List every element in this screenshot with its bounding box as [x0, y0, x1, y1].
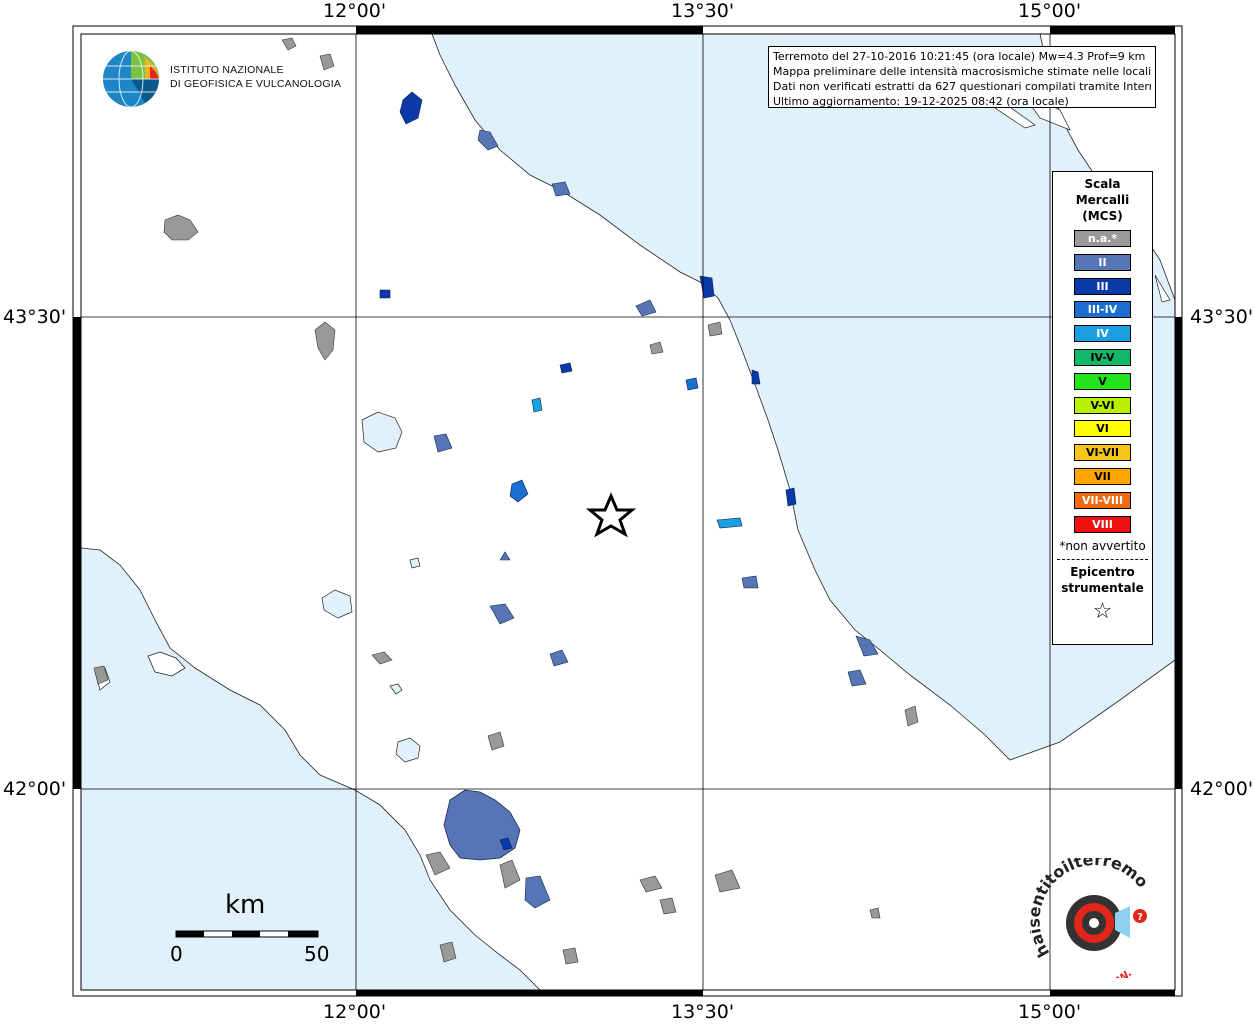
- scale-bar: km 0 50: [170, 890, 340, 970]
- lon-label-top: 13°30': [671, 0, 735, 22]
- legend-swatch: VI-VII: [1074, 444, 1131, 462]
- legend-title: Scala Mercalli (MCS): [1053, 176, 1152, 224]
- lon-label-bottom: 12°00': [323, 1001, 387, 1023]
- lon-label-bottom: 13°30': [671, 1001, 735, 1023]
- legend-epicenter-line: Epicentro: [1070, 565, 1135, 580]
- legend-swatch: II: [1074, 253, 1131, 271]
- lat-label-right: 42°00': [1190, 778, 1254, 800]
- intensity-legend: Scala Mercalli (MCS) n.a.* II III III-IV IV I…: [1052, 171, 1153, 645]
- legend-items: n.a.* II III III-IV IV IV-V V V-VI VI VI-VII VII VI…: [1053, 230, 1152, 533]
- scale-unit: km: [225, 890, 266, 920]
- legend-title-line: Scala: [1084, 177, 1121, 191]
- legend-note: *non avvertito: [1059, 539, 1146, 554]
- legend-title-line: Mercalli: [1075, 193, 1130, 207]
- legend-swatch: VI: [1074, 420, 1131, 438]
- scale-max-label: 50: [304, 942, 330, 966]
- event-info-line: Dati non verificati estratti da 627 ques…: [773, 80, 1151, 93]
- legend-swatch: VII: [1074, 467, 1131, 485]
- event-info-box: Terremoto del 27-10-2016 10:21:45 (ora l…: [768, 46, 1156, 108]
- institute-name-line2: DI GEOFISICA E VULCANOLOGIA: [170, 78, 342, 90]
- lon-label-bottom: 15°00': [1018, 1001, 1082, 1023]
- lat-label-left: 43°30': [3, 306, 67, 328]
- legend-swatch: VIII: [1074, 515, 1131, 533]
- legend-swatch: III-IV: [1074, 301, 1131, 319]
- hsi-logo: haisentitoilterremoto.it WWW. ?: [1030, 858, 1152, 978]
- legend-star-icon: ☆: [1092, 599, 1113, 625]
- svg-text:?: ?: [1137, 912, 1143, 923]
- legend-swatch: VII-VIII: [1074, 491, 1131, 509]
- institute-name: ISTITUTO NAZIONALE DI GEOFISICA E VULCAN…: [170, 63, 341, 91]
- legend-epicenter-line: strumentale: [1061, 581, 1144, 596]
- legend-swatch: III: [1074, 277, 1131, 295]
- scale-min-label: 0: [170, 942, 183, 966]
- legend-swatch: IV: [1074, 325, 1131, 343]
- legend-swatch: n.a.*: [1074, 230, 1131, 247]
- institute-name-line1: ISTITUTO NAZIONALE: [170, 64, 284, 76]
- ingv-globe-icon: [103, 50, 159, 108]
- svg-text:WWW.: WWW.: [1096, 967, 1134, 978]
- legend-swatch: V: [1074, 372, 1131, 390]
- event-info-line: Ultimo aggiornamento: 19-12-2025 08:42 (…: [773, 95, 1069, 108]
- event-info-line: Terremoto del 27-10-2016 10:21:45 (ora l…: [773, 50, 1146, 63]
- lon-label-top: 15°00': [1018, 0, 1082, 22]
- lat-label-left: 42°00': [3, 778, 67, 800]
- legend-epicenter-title: Epicentro strumentale: [1053, 564, 1152, 596]
- legend-title-line: (MCS): [1082, 209, 1123, 223]
- event-info-line: Mappa preliminare delle intensità macros…: [773, 65, 1151, 78]
- hsi-logo-url: WWW.: [1096, 967, 1134, 978]
- lat-label-right: 43°30': [1190, 306, 1254, 328]
- legend-swatch: IV-V: [1074, 348, 1131, 366]
- legend-separator: [1057, 559, 1148, 561]
- lon-label-top: 12°00': [323, 0, 387, 22]
- legend-swatch: V-VI: [1074, 396, 1131, 414]
